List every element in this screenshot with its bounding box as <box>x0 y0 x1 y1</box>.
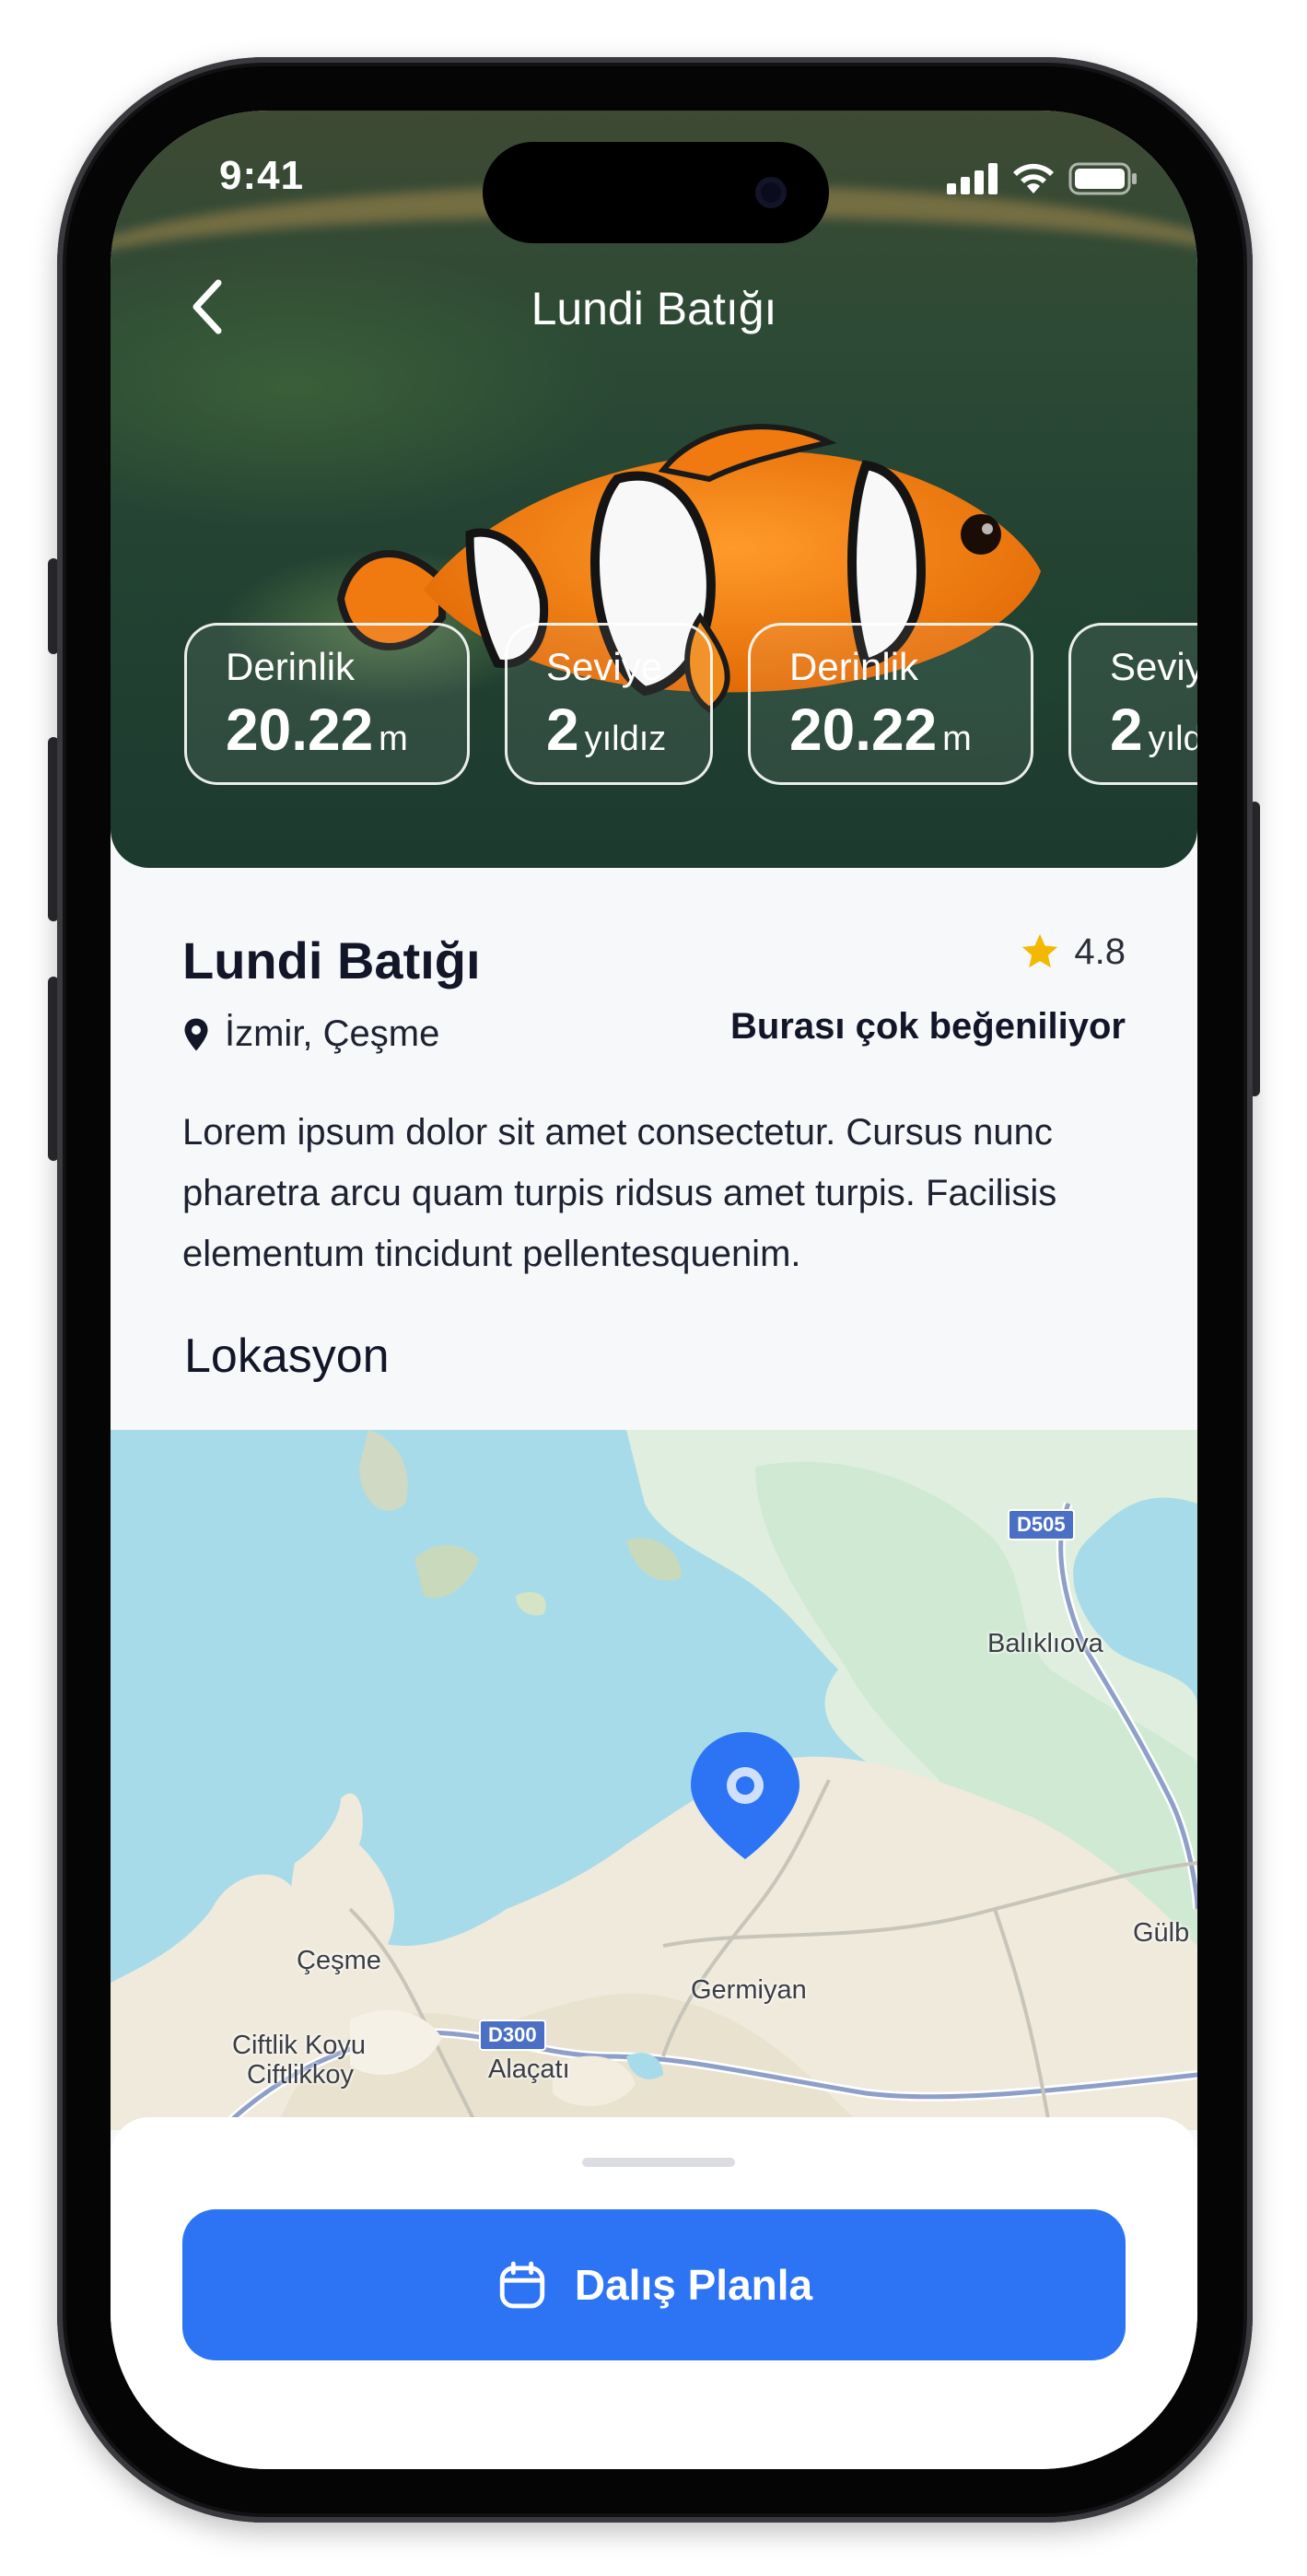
road-badge-d505: D505 <box>1008 1509 1075 1540</box>
stat-label: Derinlik <box>789 645 919 688</box>
rating-value: 4.8 <box>1074 931 1126 972</box>
map-label: Gülb <box>1133 1918 1190 1948</box>
calendar-icon <box>499 2261 545 2309</box>
star-icon <box>1022 933 1058 968</box>
hero-image: 9:41 Lundi Batığı Derinlik 20.22 m Seviy… <box>111 111 1197 868</box>
stat-label: Seviye <box>1110 645 1197 688</box>
map-label: Germiyan <box>691 1975 807 2005</box>
location-pin-icon <box>184 1018 208 1050</box>
stat-value: 20.22 <box>226 697 374 763</box>
location-text: İzmir, Çeşme <box>225 1013 440 1054</box>
map-pin-icon[interactable] <box>687 1728 803 1863</box>
app-screen: 9:41 Lundi Batığı Derinlik 20.22 m Seviy… <box>111 111 1197 2469</box>
stat-unit: yıldız <box>584 720 667 758</box>
stat-card-depth: Derinlik 20.22 m <box>748 623 1033 785</box>
wifi-icon <box>1013 163 1054 193</box>
location-map[interactable]: D505 D300 Balıklıova Germiyan Çeşme Cift… <box>111 1430 1197 2130</box>
location-row: İzmir, Çeşme <box>182 1013 439 1055</box>
popular-text: Burası çok beğeniliyor <box>729 1006 1126 1047</box>
stat-label: Seviye <box>546 645 663 688</box>
stat-unit: m <box>379 720 408 758</box>
map-label: Ciftlikkoy <box>247 2060 355 2090</box>
place-title: Lundi Batığı <box>182 931 481 989</box>
stat-value: 2 <box>1110 697 1143 763</box>
stat-value: 2 <box>546 697 579 763</box>
plan-dive-button[interactable]: Dalış Planla <box>182 2209 1126 2360</box>
status-time: 9:41 <box>219 153 305 198</box>
map-label: Balıklıova <box>987 1629 1103 1658</box>
status-icons <box>947 162 1138 195</box>
plan-dive-label: Dalış Planla <box>574 2261 813 2309</box>
road-badge-d300: D300 <box>479 2020 546 2051</box>
map-label: Çeşme <box>297 1946 381 1975</box>
stat-value: 20.22 <box>789 697 938 763</box>
stat-card-level: Seviye 2yıldız <box>505 623 713 785</box>
stat-unit: yıldız <box>1148 720 1197 758</box>
map-label: Alaçatı <box>488 2055 570 2084</box>
sheet-handle[interactable] <box>582 2158 735 2167</box>
rating: 4.8 <box>1019 931 1126 973</box>
map-label: Ciftlik Koyu <box>232 2031 367 2060</box>
stat-card-level: Seviye 2yıldız <box>1068 623 1197 785</box>
camera-icon <box>755 177 787 208</box>
battery-icon <box>1068 162 1137 195</box>
location-section-title: Lokasyon <box>184 1329 390 1383</box>
bottom-sheet: Dalış Planla <box>111 2117 1197 2469</box>
signal-icon <box>947 163 998 194</box>
stats-row[interactable]: Derinlik 20.22 m Seviye 2 yıldız Derinlik … <box>184 623 1197 785</box>
stat-unit: m <box>942 720 972 758</box>
header-title: Lundi Batığı <box>531 283 777 334</box>
description: Lorem ipsum dolor sit amet consectetur. … <box>182 1112 1057 1274</box>
stat-card-depth: Derinlik 20.22 m <box>184 623 470 785</box>
stat-label: Derinlik <box>226 645 356 688</box>
